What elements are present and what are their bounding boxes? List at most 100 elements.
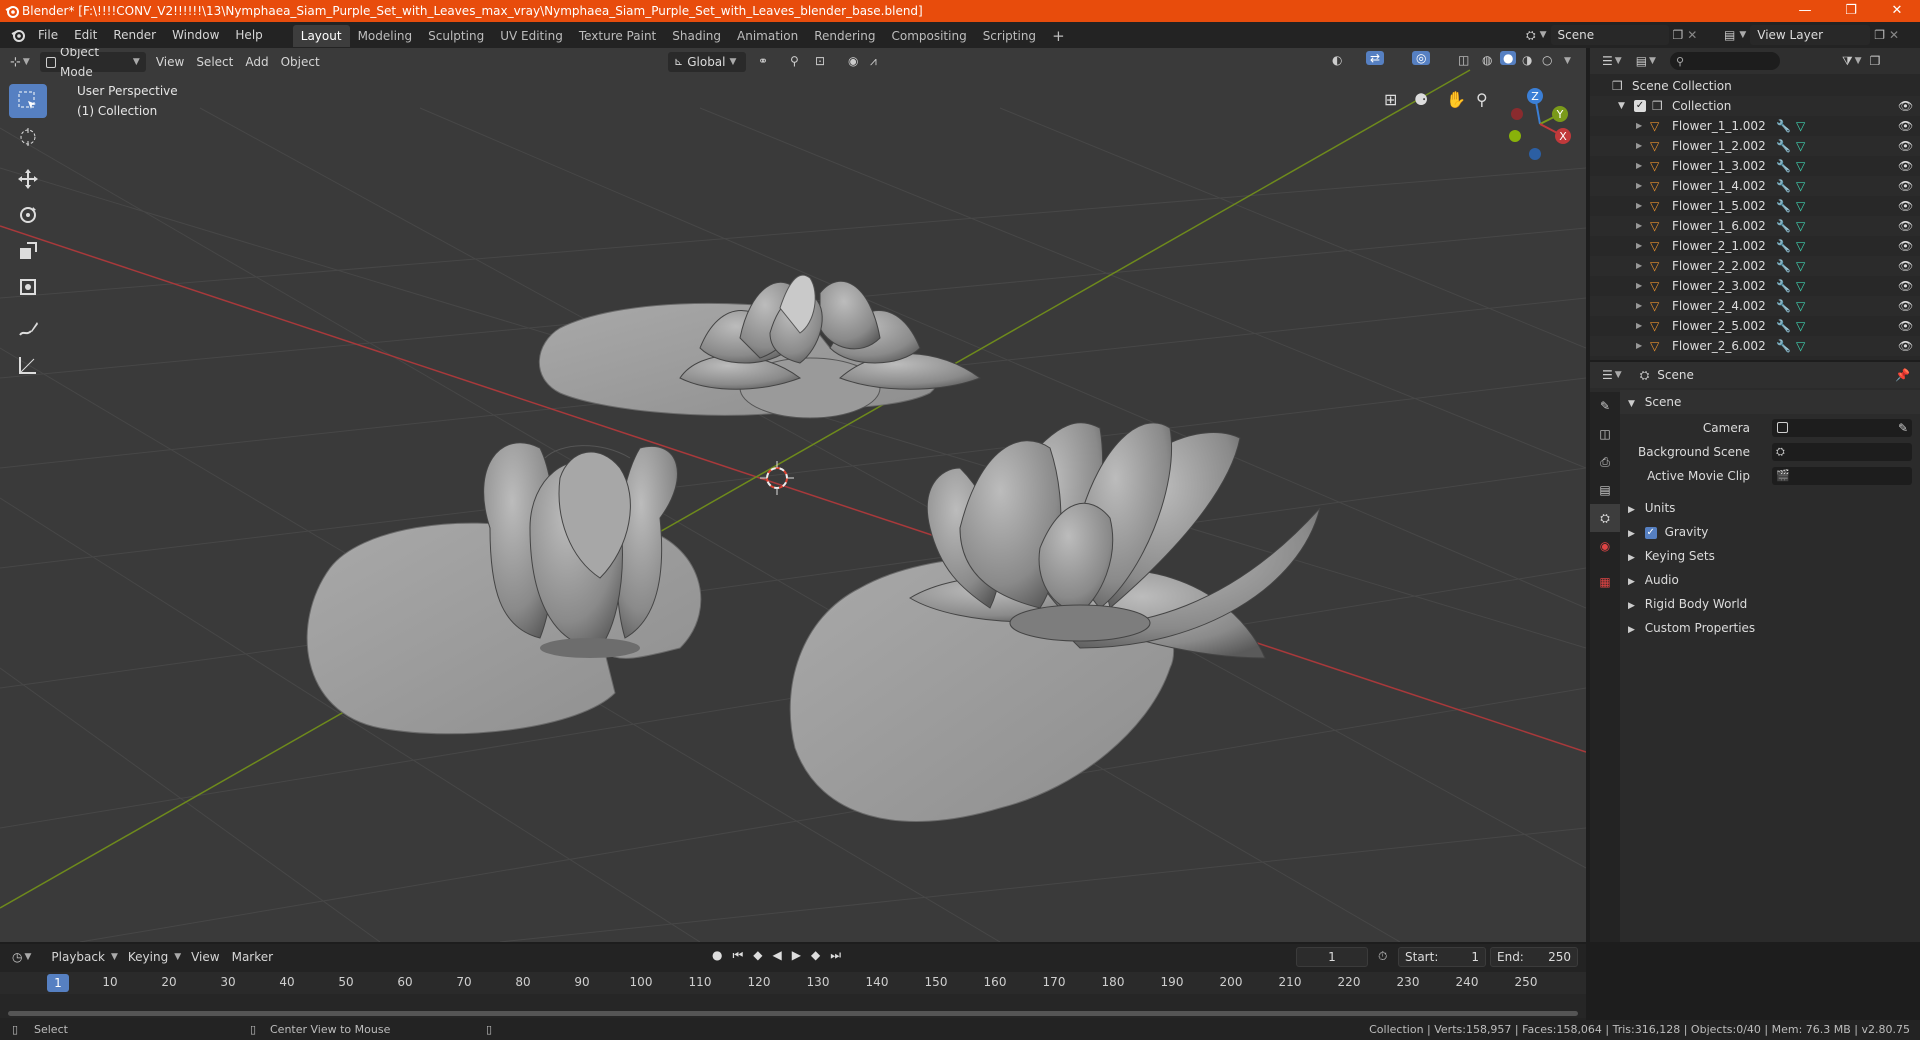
tab-texture[interactable]: ▦ [1590, 568, 1620, 596]
viewport-menu-view[interactable]: View [150, 52, 190, 72]
expand-arrow-icon[interactable]: ▶ [1636, 236, 1642, 256]
tab-compositing[interactable]: Compositing [883, 25, 974, 47]
visibility-eye-icon[interactable]: 👁 [1898, 296, 1913, 316]
expand-arrow-icon[interactable]: ▶ [1636, 256, 1642, 276]
modifier-wrench-icon[interactable]: 🔧 [1776, 336, 1791, 356]
object-mode-dropdown[interactable]: Object Mode ▼ [39, 48, 146, 79]
expand-arrow-icon[interactable]: ▶ [1636, 296, 1642, 316]
xray-toggle-icon[interactable]: ◫ [1458, 53, 1469, 67]
visibility-eye-icon[interactable]: 👁 [1898, 176, 1913, 196]
modifier-wrench-icon[interactable]: 🔧 [1776, 196, 1791, 216]
end-frame-field[interactable]: End: 250 [1490, 947, 1578, 967]
editor-type-button[interactable]: ⊹ ▼ [10, 55, 30, 70]
visibility-selectability-icon[interactable]: ◐ [1332, 53, 1342, 67]
timeline-menu-marker[interactable]: Marker [226, 947, 279, 967]
timeline-scrollbar[interactable] [8, 1011, 1578, 1016]
wireframe-shading-icon[interactable]: ◍ [1482, 53, 1492, 67]
pivot-point-icon[interactable]: ⚭ [758, 54, 768, 68]
tab-layout[interactable]: Layout [292, 25, 350, 47]
tab-rendering[interactable]: Rendering [806, 25, 883, 47]
modifier-wrench-icon[interactable]: 🔧 [1776, 136, 1791, 156]
outliner-item[interactable]: ▶ ▽ Flower_2_5.002 🔧 ▽ 👁 [1590, 316, 1920, 336]
tab-output[interactable]: ⎙ [1590, 448, 1620, 476]
modifier-wrench-icon[interactable]: 🔧 [1776, 156, 1791, 176]
visibility-eye-icon[interactable]: 👁 [1898, 256, 1913, 276]
new-scene-icon[interactable]: ❐ [1673, 28, 1684, 42]
material-shading-icon[interactable]: ◑ [1522, 53, 1532, 67]
scene-panel-header[interactable]: ▼ Scene [1620, 390, 1920, 414]
outliner-item[interactable]: ▶ ▽ Flower_1_5.002 🔧 ▽ 👁 [1590, 196, 1920, 216]
mesh-data-icon[interactable]: ▽ [1796, 136, 1805, 156]
timeline-editor-icon[interactable]: ◷ [12, 950, 22, 964]
mesh-data-icon[interactable]: ▽ [1796, 336, 1805, 356]
modifier-wrench-icon[interactable]: 🔧 [1776, 296, 1791, 316]
expand-arrow-icon[interactable]: ▶ [1636, 196, 1642, 216]
active-movie-clip-field[interactable]: 🎬 [1772, 467, 1912, 485]
remove-scene-icon[interactable]: ✕ [1687, 28, 1697, 42]
toggle-grid-view-icon[interactable]: ⊞ [1384, 90, 1397, 109]
mesh-data-icon[interactable]: ▽ [1796, 316, 1805, 336]
visibility-eye-icon[interactable]: 👁 [1898, 156, 1913, 176]
visibility-eye-icon[interactable]: 👁 [1898, 196, 1913, 216]
visibility-eye-icon[interactable]: 👁 [1898, 336, 1913, 356]
viewport-menu-select[interactable]: Select [190, 52, 239, 72]
3d-viewport[interactable]: ⊹ ▼ Object Mode ▼ View Select Add Object… [0, 48, 1586, 942]
rendered-shading-icon[interactable]: ○ [1542, 53, 1552, 67]
mesh-data-icon[interactable]: ▽ [1796, 256, 1805, 276]
tab-tool[interactable]: ✎ [1590, 392, 1620, 420]
gizmo-toggle-icon[interactable]: ⇄ [1366, 51, 1385, 65]
tab-scripting[interactable]: Scripting [975, 25, 1044, 47]
tab-animation[interactable]: Animation [729, 25, 806, 47]
rotate-tool[interactable] [9, 198, 47, 232]
close-button[interactable]: ✕ [1874, 0, 1920, 22]
viewport-menu-add[interactable]: Add [239, 52, 274, 72]
camera-view-icon[interactable]: ⚈ [1414, 90, 1428, 109]
outliner-editor-icon[interactable]: ☰ [1602, 54, 1613, 68]
menu-edit[interactable]: Edit [66, 22, 105, 48]
visibility-eye-icon[interactable]: 👁 [1898, 236, 1913, 256]
overlay-toggle-icon[interactable]: ◎ [1412, 51, 1431, 65]
scene-field[interactable]: Scene [1550, 25, 1669, 45]
visibility-eye-icon[interactable]: 👁 [1898, 216, 1913, 236]
modifier-wrench-icon[interactable]: 🔧 [1776, 216, 1791, 236]
visibility-eye-icon[interactable]: 👁 [1898, 96, 1913, 116]
prev-keyframe-icon[interactable]: ◆ [753, 948, 762, 963]
solid-shading-icon[interactable]: ● [1500, 51, 1517, 65]
proportional-edit-icon[interactable]: ◉ [848, 54, 858, 68]
tab-shading[interactable]: Shading [664, 25, 729, 47]
expand-arrow-icon[interactable]: ▶ [1636, 216, 1642, 236]
expand-arrow-icon[interactable]: ▼ [1618, 96, 1625, 116]
minimize-button[interactable]: — [1782, 0, 1828, 22]
visibility-eye-icon[interactable]: 👁 [1898, 316, 1913, 336]
modifier-wrench-icon[interactable]: 🔧 [1776, 176, 1791, 196]
expand-arrow-icon[interactable]: ▶ [1636, 156, 1642, 176]
expand-arrow-icon[interactable]: ▶ [1636, 276, 1642, 296]
jump-start-icon[interactable]: ⏮ [732, 948, 743, 963]
background-scene-field[interactable]: ⛭ [1772, 443, 1912, 461]
snap-icon[interactable]: ⚲ [790, 54, 799, 68]
scale-tool[interactable] [9, 234, 47, 268]
camera-field[interactable]: ✎ [1772, 419, 1912, 437]
visibility-eye-icon[interactable]: 👁 [1898, 136, 1913, 156]
zoom-view-icon[interactable]: ⚲ [1476, 90, 1488, 109]
outliner-collection[interactable]: ▼ ✓ ❒ Collection 👁 [1590, 96, 1920, 116]
new-view-layer-icon[interactable]: ❐ [1874, 28, 1885, 42]
start-frame-field[interactable]: Start: 1 [1398, 947, 1486, 967]
outliner-item[interactable]: ▶ ▽ Flower_1_4.002 🔧 ▽ 👁 [1590, 176, 1920, 196]
outliner-search-input[interactable]: ⚲ [1669, 52, 1780, 70]
visibility-eye-icon[interactable]: 👁 [1898, 276, 1913, 296]
transform-tool[interactable] [9, 270, 47, 304]
frame-ruler[interactable]: 1 10 20 30 40 50 60 70 80 90 100 110 120 130 140 150 16… [0, 972, 1586, 994]
play-reverse-icon[interactable]: ◀ [773, 948, 782, 963]
tab-modeling[interactable]: Modeling [350, 25, 421, 47]
filter-icon[interactable]: ⧩ [1842, 54, 1853, 69]
audio-panel[interactable]: ▶ Audio [1620, 568, 1920, 592]
tab-scene[interactable]: ⛭ [1590, 504, 1620, 532]
select-box-tool[interactable] [9, 84, 47, 118]
measure-tool[interactable] [9, 348, 47, 382]
cursor-tool[interactable] [9, 120, 47, 154]
outliner-item[interactable]: ▶ ▽ Flower_1_2.002 🔧 ▽ 👁 [1590, 136, 1920, 156]
annotate-tool[interactable] [9, 312, 47, 346]
timeline-menu-keying[interactable]: Keying [122, 947, 174, 967]
menu-help[interactable]: Help [227, 22, 270, 48]
